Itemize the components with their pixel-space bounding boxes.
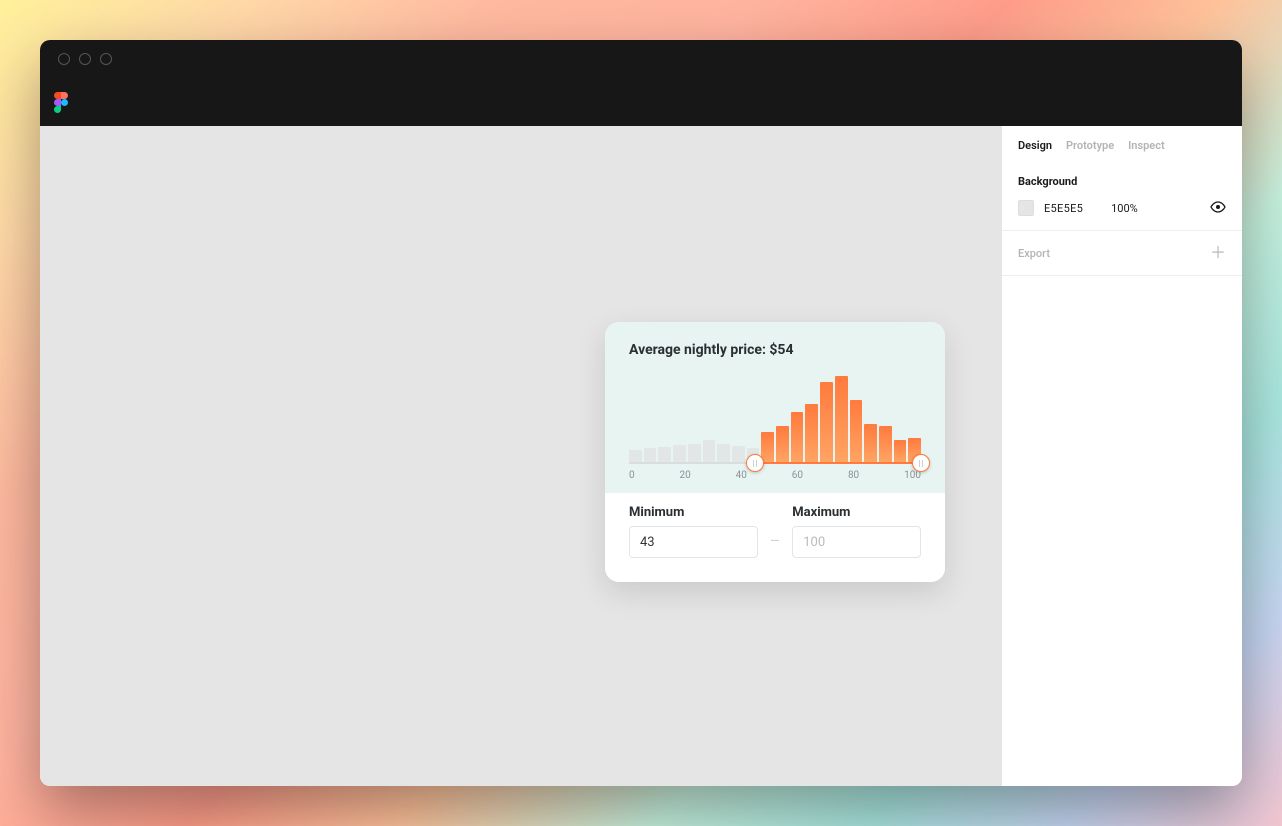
- background-opacity-value[interactable]: 100%: [1111, 202, 1138, 215]
- window-minimize-icon[interactable]: [79, 53, 91, 65]
- app-window: Average nightly price: $54 020406080100: [40, 40, 1242, 786]
- axis-tick-label: 20: [680, 470, 691, 481]
- app-toolbar: [40, 78, 1242, 126]
- export-label: Export: [1018, 247, 1050, 260]
- histogram-bar: [894, 440, 907, 462]
- inspector-tab-inspect[interactable]: Inspect: [1128, 139, 1165, 152]
- range-slider-max-handle[interactable]: [912, 454, 930, 472]
- histogram-bar: [805, 404, 818, 462]
- range-slider-track[interactable]: [629, 462, 921, 464]
- background-hex-value[interactable]: E5E5E5: [1044, 202, 1083, 215]
- histogram-bar: [850, 400, 863, 462]
- range-slider-min-handle[interactable]: [746, 454, 764, 472]
- histogram-bar: [658, 447, 671, 462]
- histogram-bar: [761, 432, 774, 462]
- card-title: Average nightly price: $54: [629, 342, 921, 358]
- axis-tick-label: 0: [629, 470, 635, 481]
- design-canvas[interactable]: Average nightly price: $54 020406080100: [40, 126, 1001, 786]
- price-range-card: Average nightly price: $54 020406080100: [605, 322, 945, 582]
- histogram-bar: [673, 445, 686, 462]
- maximum-input[interactable]: [792, 526, 921, 558]
- price-histogram: 020406080100: [629, 376, 921, 493]
- maximum-label: Maximum: [792, 505, 921, 520]
- histogram-bar: [791, 412, 804, 462]
- window-titlebar: [40, 40, 1242, 78]
- background-section: Background E5E5E5 100%: [1002, 165, 1242, 231]
- histogram-bar: [835, 376, 848, 462]
- axis-tick-label: 80: [848, 470, 859, 481]
- window-zoom-icon[interactable]: [100, 53, 112, 65]
- inspector-tabs: Design Prototype Inspect: [1002, 126, 1242, 165]
- histogram-bar: [644, 448, 657, 462]
- histogram-bar: [732, 446, 745, 462]
- histogram-bar: [864, 424, 877, 462]
- inspector-tab-design[interactable]: Design: [1018, 139, 1052, 152]
- background-color-swatch[interactable]: [1018, 200, 1034, 216]
- histogram-bar: [629, 450, 642, 462]
- histogram-bar: [776, 426, 789, 462]
- minimum-input[interactable]: [629, 526, 758, 558]
- inspector-tab-prototype[interactable]: Prototype: [1066, 139, 1114, 152]
- histogram-bar: [879, 426, 892, 462]
- axis-tick-label: 40: [736, 470, 747, 481]
- histogram-bar: [717, 444, 730, 462]
- window-close-icon[interactable]: [58, 53, 70, 65]
- export-section[interactable]: Export ＋: [1002, 231, 1242, 276]
- histogram-bar: [688, 444, 701, 462]
- histogram-bar: [703, 440, 716, 462]
- figma-logo-icon[interactable]: [54, 92, 68, 112]
- axis-tick-label: 60: [792, 470, 803, 481]
- histogram-bar: [820, 382, 833, 462]
- app-body: Average nightly price: $54 020406080100: [40, 126, 1242, 786]
- range-separator: –: [770, 531, 781, 558]
- background-section-title: Background: [1018, 175, 1226, 188]
- minimum-label: Minimum: [629, 505, 758, 520]
- add-export-icon[interactable]: ＋: [1210, 245, 1226, 261]
- axis-ticks: 020406080100: [629, 464, 921, 493]
- inspector-panel: Design Prototype Inspect Background E5E5E5…: [1001, 126, 1242, 786]
- visibility-toggle-icon[interactable]: [1210, 201, 1226, 216]
